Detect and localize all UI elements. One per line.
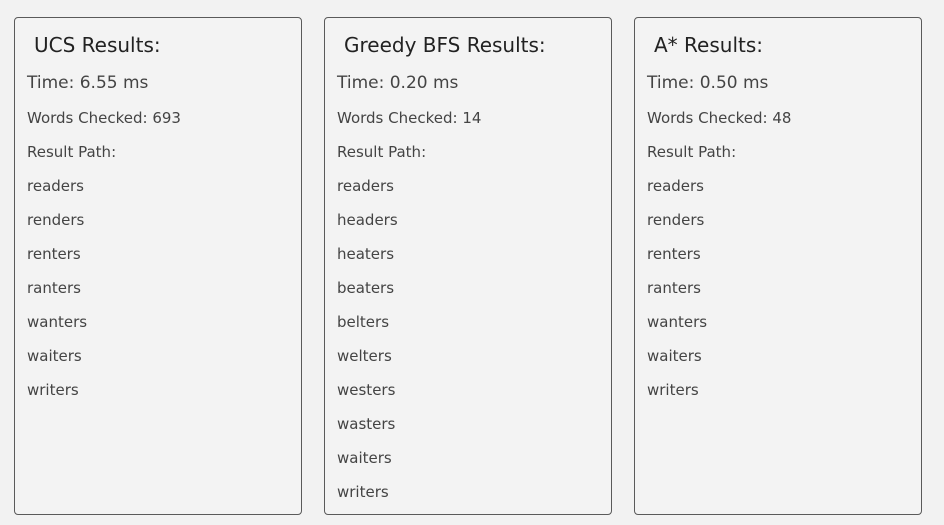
time-value: Time: 0.20 ms [337, 73, 459, 93]
path-word: renters [27, 245, 81, 263]
path-word: westers [337, 381, 396, 399]
path-word: welters [337, 347, 392, 365]
path-word: wanters [27, 313, 88, 331]
path-word: ranters [647, 279, 701, 297]
path-word: ranters [27, 279, 81, 297]
time-value: Time: 0.50 ms [647, 73, 769, 93]
path-word: belters [337, 313, 390, 331]
path-word: readers [647, 177, 704, 195]
time-value: Time: 6.55 ms [27, 73, 149, 93]
result-path-label: Result Path: [337, 143, 427, 161]
result-path-label: Result Path: [27, 143, 117, 161]
path-word: writers [337, 483, 389, 501]
path-word: waiters [647, 347, 702, 365]
path-word: wanters [647, 313, 708, 331]
result-path-list: readers renders renters ranters wanters waite… [27, 177, 87, 415]
greedy-bfs-results-panel: Greedy BFS Results: Time: 0.20 ms Words … [324, 17, 612, 515]
result-path-list: readers headers heaters beaters belters welte… [337, 177, 398, 517]
words-checked: Words Checked: 693 [27, 109, 181, 127]
ucs-results-panel: UCS Results: Time: 6.55 ms Words Checked… [14, 17, 302, 515]
result-path-list: readers renders renters ranters wanters waite… [647, 177, 707, 415]
words-checked: Words Checked: 48 [647, 109, 792, 127]
path-word: beaters [337, 279, 395, 297]
panel-title: A* Results: [654, 33, 763, 57]
path-word: readers [337, 177, 394, 195]
words-checked: Words Checked: 14 [337, 109, 482, 127]
path-word: writers [647, 381, 699, 399]
path-word: writers [27, 381, 79, 399]
panel-title: UCS Results: [34, 33, 161, 57]
path-word: renders [27, 211, 85, 229]
path-word: headers [337, 211, 398, 229]
path-word: waiters [27, 347, 82, 365]
panel-title: Greedy BFS Results: [344, 33, 546, 57]
path-word: renders [647, 211, 705, 229]
a-star-results-panel: A* Results: Time: 0.50 ms Words Checked:… [634, 17, 922, 515]
path-word: waiters [337, 449, 392, 467]
result-path-label: Result Path: [647, 143, 737, 161]
path-word: renters [647, 245, 701, 263]
path-word: heaters [337, 245, 395, 263]
path-word: readers [27, 177, 84, 195]
path-word: wasters [337, 415, 396, 433]
